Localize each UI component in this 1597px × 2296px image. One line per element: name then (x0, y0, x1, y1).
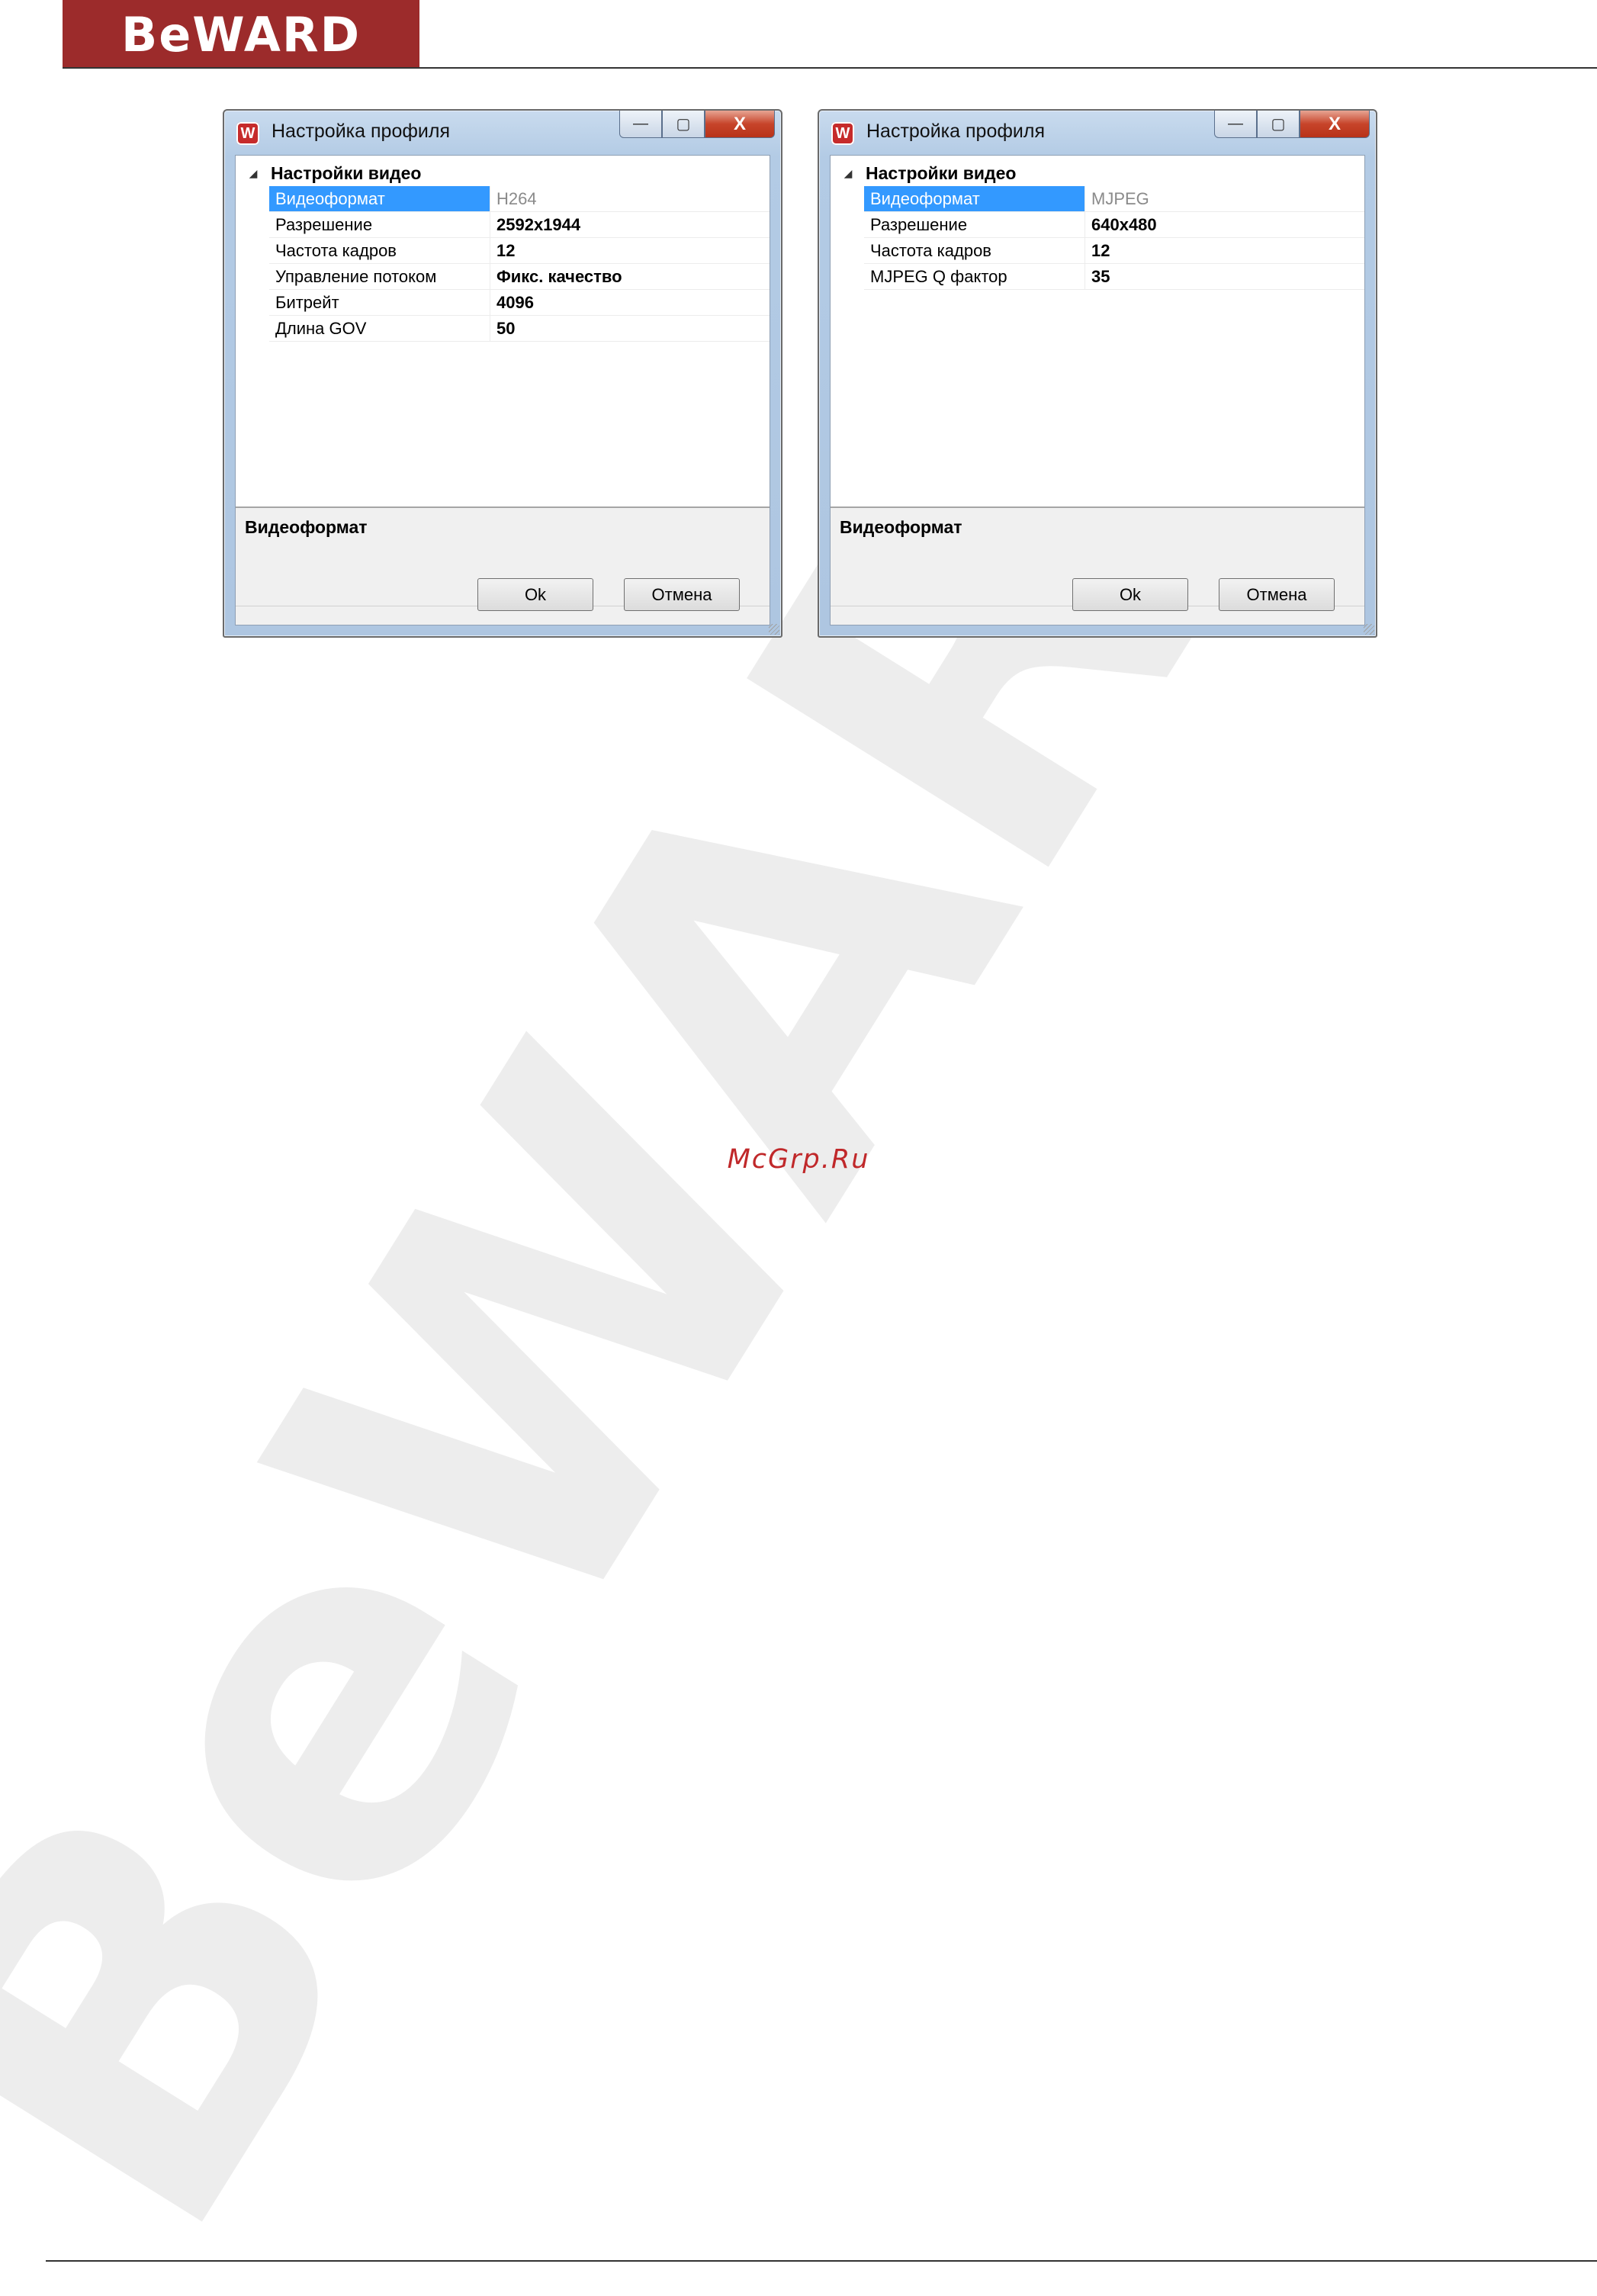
property-value[interactable]: Фикс. качество (490, 264, 622, 289)
property-row-videoformat[interactable]: Видеоформат MJPEG (864, 186, 1364, 212)
description-title: Видеоформат (840, 517, 962, 537)
category-label: Настройки видео (271, 162, 422, 183)
title-bar[interactable]: W Настройка профиля — ▢ X (819, 111, 1376, 155)
minimize-button[interactable]: — (1214, 111, 1257, 138)
category-video-settings[interactable]: ◢ Настройки видео (831, 162, 1364, 185)
window-controls: — ▢ X (1214, 111, 1370, 141)
property-name: Видеоформат (269, 186, 490, 211)
property-row-mjpeg-q-factor[interactable]: MJPEG Q фактор 35 (864, 264, 1364, 290)
resize-grip-icon[interactable] (1364, 624, 1374, 635)
property-name: Разрешение (269, 212, 490, 237)
ok-button[interactable]: Ok (1072, 578, 1188, 611)
minimize-icon: — (633, 115, 648, 132)
property-value[interactable]: 2592x1944 (490, 212, 580, 237)
property-name: Управление потоком (269, 264, 490, 289)
window-controls: — ▢ X (619, 111, 775, 141)
footer-rule (46, 2260, 1597, 2262)
window-title: Настройка профиля (866, 121, 1046, 142)
category-label: Настройки видео (866, 162, 1017, 183)
profile-settings-dialog-h264: W Настройка профиля — ▢ X ◢ Настройки ви… (223, 109, 782, 638)
profile-settings-dialog-mjpeg: W Настройка профиля — ▢ X ◢ Настройки ви… (818, 109, 1377, 638)
header-rule (63, 67, 1597, 69)
property-name: Частота кадров (864, 238, 1085, 263)
maximize-icon: ▢ (676, 116, 691, 133)
property-value[interactable]: 35 (1085, 264, 1110, 289)
beward-logo: BeWARD (63, 0, 419, 69)
dialog-client-area: ◢ Настройки видео Видеоформат MJPEG Разр… (830, 155, 1365, 625)
property-value[interactable]: H264 (490, 186, 537, 211)
close-button[interactable]: X (1300, 111, 1370, 138)
property-list: Видеоформат MJPEG Разрешение 640x480 Час… (864, 186, 1364, 290)
property-grid[interactable]: ◢ Настройки видео Видеоформат MJPEG Разр… (831, 156, 1364, 508)
title-bar[interactable]: W Настройка профиля — ▢ X (224, 111, 781, 155)
property-value[interactable]: MJPEG (1085, 186, 1149, 211)
cancel-button[interactable]: Отмена (1219, 578, 1335, 611)
category-video-settings[interactable]: ◢ Настройки видео (236, 162, 770, 185)
ok-button[interactable]: Ok (477, 578, 593, 611)
dialog-client-area: ◢ Настройки видео Видеоформат H264 Разре… (235, 155, 770, 625)
minimize-button[interactable]: — (619, 111, 662, 138)
property-grid[interactable]: ◢ Настройки видео Видеоформат H264 Разре… (236, 156, 770, 508)
property-value[interactable]: 640x480 (1085, 212, 1157, 237)
cancel-button[interactable]: Отмена (624, 578, 740, 611)
property-name: Видеоформат (864, 186, 1085, 211)
property-name: MJPEG Q фактор (864, 264, 1085, 289)
property-row-framerate[interactable]: Частота кадров 12 (269, 238, 770, 264)
property-row-resolution[interactable]: Разрешение 640x480 (864, 212, 1364, 238)
collapse-arrow-icon[interactable]: ◢ (831, 167, 866, 180)
property-value[interactable]: 4096 (490, 290, 534, 315)
property-row-resolution[interactable]: Разрешение 2592x1944 (269, 212, 770, 238)
property-name: Длина GOV (269, 316, 490, 341)
app-icon: W (831, 122, 854, 145)
property-list: Видеоформат H264 Разрешение 2592x1944 Ча… (269, 186, 770, 342)
property-value[interactable]: 12 (490, 238, 515, 263)
property-row-gov-length[interactable]: Длина GOV 50 (269, 316, 770, 342)
minimize-icon: — (1228, 115, 1243, 132)
window-title: Настройка профиля (272, 121, 451, 142)
property-name: Частота кадров (269, 238, 490, 263)
close-button[interactable]: X (705, 111, 775, 138)
property-value[interactable]: 12 (1085, 238, 1110, 263)
resize-grip-icon[interactable] (769, 624, 779, 635)
site-link[interactable]: McGrp.Ru (0, 1144, 1597, 1175)
property-row-bitrate[interactable]: Битрейт 4096 (269, 290, 770, 316)
property-row-rate-control[interactable]: Управление потоком Фикс. качество (269, 264, 770, 290)
maximize-button[interactable]: ▢ (1257, 111, 1300, 138)
property-row-framerate[interactable]: Частота кадров 12 (864, 238, 1364, 264)
description-title: Видеоформат (245, 517, 368, 537)
close-icon: X (1328, 113, 1341, 134)
logo-text: BeWARD (120, 6, 361, 63)
property-row-videoformat[interactable]: Видеоформат H264 (269, 186, 770, 212)
property-name: Битрейт (269, 290, 490, 315)
maximize-button[interactable]: ▢ (662, 111, 705, 138)
property-name: Разрешение (864, 212, 1085, 237)
collapse-arrow-icon[interactable]: ◢ (236, 167, 271, 180)
maximize-icon: ▢ (1271, 116, 1286, 133)
property-value[interactable]: 50 (490, 316, 515, 341)
app-icon: W (236, 122, 259, 145)
close-icon: X (733, 113, 746, 134)
